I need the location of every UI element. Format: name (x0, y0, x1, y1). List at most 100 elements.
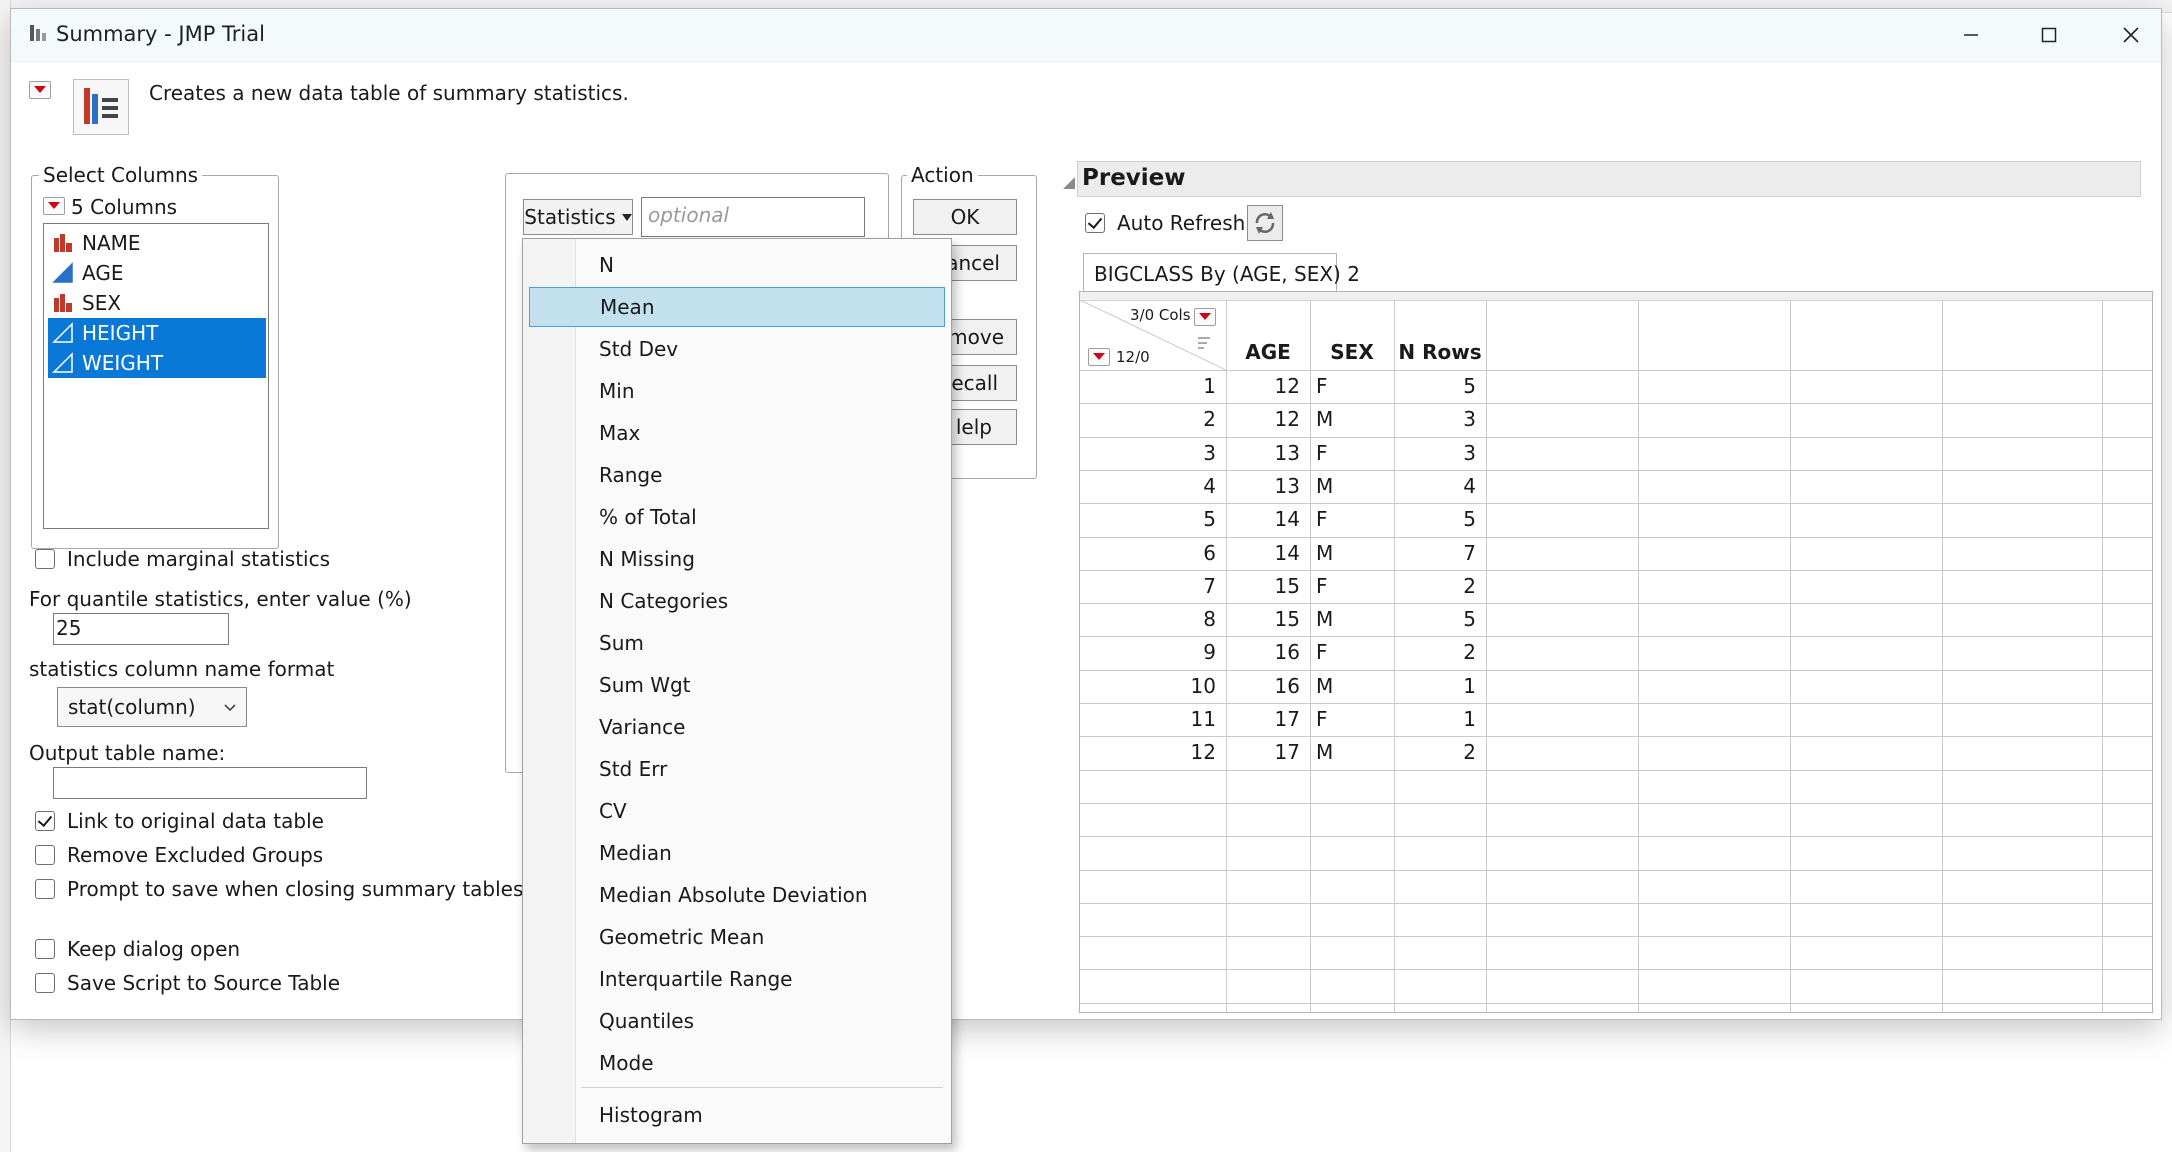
menu-item[interactable]: Median Absolute Deviation (529, 875, 945, 915)
column-header[interactable]: N Rows (1394, 336, 1486, 369)
ok-button[interactable]: OK (913, 199, 1017, 235)
statistics-button[interactable]: Statistics (523, 199, 633, 235)
link-original-checkbox[interactable] (35, 811, 55, 831)
table-cell[interactable]: 17 (1226, 736, 1300, 769)
table-cell[interactable]: 13 (1226, 470, 1300, 503)
menu-item[interactable]: Mean (529, 287, 945, 327)
table-cell[interactable]: 14 (1226, 503, 1300, 536)
table-cell[interactable]: 5 (1394, 503, 1476, 536)
columns-panel-menu-button[interactable] (1194, 308, 1216, 326)
maximize-button[interactable] (2009, 9, 2089, 61)
table-cell[interactable]: 5 (1394, 603, 1476, 636)
close-button[interactable] (2091, 9, 2171, 61)
menu-item[interactable]: Histogram (529, 1095, 945, 1135)
column-header[interactable]: AGE (1226, 336, 1310, 369)
output-name-input[interactable] (53, 767, 367, 799)
auto-refresh-checkbox[interactable] (1085, 213, 1105, 233)
table-cell[interactable]: 1 (1394, 670, 1476, 703)
menu-item[interactable]: N Categories (529, 581, 945, 621)
row-number[interactable]: 4 (1080, 470, 1216, 503)
refresh-button[interactable] (1247, 205, 1283, 241)
table-cell[interactable]: M (1316, 603, 1390, 636)
table-cell[interactable]: M (1316, 403, 1390, 436)
table-cell[interactable]: 15 (1226, 603, 1300, 636)
table-cell[interactable]: 3 (1394, 403, 1476, 436)
row-number[interactable]: 10 (1080, 670, 1216, 703)
table-cell[interactable]: F (1316, 503, 1390, 536)
table-cell[interactable]: 14 (1226, 537, 1300, 570)
table-cell[interactable]: F (1316, 703, 1390, 736)
column-item[interactable]: HEIGHT (48, 318, 266, 348)
row-number[interactable]: 9 (1080, 636, 1216, 669)
table-cell[interactable]: 16 (1226, 636, 1300, 669)
menu-item[interactable]: Variance (529, 707, 945, 747)
menu-item[interactable]: Max (529, 413, 945, 453)
preview-tab[interactable]: BIGCLASS By (AGE, SEX) 2 (1083, 253, 1360, 293)
table-cell[interactable]: 16 (1226, 670, 1300, 703)
menu-item[interactable]: Std Err (529, 749, 945, 789)
column-item[interactable]: NAME (48, 228, 266, 258)
table-cell[interactable]: 15 (1226, 570, 1300, 603)
menu-item[interactable]: Range (529, 455, 945, 495)
prompt-save-checkbox[interactable] (35, 879, 55, 899)
title-bar[interactable]: Summary - JMP Trial (11, 9, 2161, 62)
table-cell[interactable]: 7 (1394, 537, 1476, 570)
column-item[interactable]: WEIGHT (48, 348, 266, 378)
menu-item[interactable]: Sum Wgt (529, 665, 945, 705)
columns-list[interactable]: NAME AGE SEX HEIGHT WEIGHT (43, 223, 269, 529)
dialog-options-menu-button[interactable] (29, 81, 51, 99)
table-cell[interactable]: M (1316, 670, 1390, 703)
table-cell[interactable]: M (1316, 537, 1390, 570)
columns-menu-button[interactable] (43, 197, 65, 215)
preview-disclosure-icon[interactable] (1061, 175, 1077, 191)
include-marginal-checkbox[interactable] (35, 549, 55, 569)
table-cell[interactable]: 12 (1226, 403, 1300, 436)
menu-item[interactable]: Geometric Mean (529, 917, 945, 957)
row-number[interactable]: 1 (1080, 370, 1216, 403)
table-cell[interactable]: 5 (1394, 370, 1476, 403)
menu-item[interactable]: Mode (529, 1043, 945, 1083)
colname-format-select[interactable]: stat(column) (57, 687, 247, 727)
table-cell[interactable]: M (1316, 470, 1390, 503)
column-header[interactable]: SEX (1310, 336, 1394, 369)
menu-item[interactable]: N Missing (529, 539, 945, 579)
keep-open-checkbox[interactable] (35, 939, 55, 959)
table-cell[interactable]: F (1316, 437, 1390, 470)
row-number[interactable]: 12 (1080, 736, 1216, 769)
table-cell[interactable]: 4 (1394, 470, 1476, 503)
row-number[interactable]: 6 (1080, 537, 1216, 570)
statistics-optional-input[interactable]: optional (641, 197, 865, 237)
column-item[interactable]: AGE (48, 258, 266, 288)
row-number[interactable]: 7 (1080, 570, 1216, 603)
menu-item[interactable]: Std Dev (529, 329, 945, 369)
table-cell[interactable]: F (1316, 570, 1390, 603)
save-script-checkbox[interactable] (35, 973, 55, 993)
rows-panel-menu-button[interactable] (1088, 348, 1110, 366)
table-cell[interactable]: 17 (1226, 703, 1300, 736)
table-cell[interactable]: 2 (1394, 570, 1476, 603)
table-cell[interactable]: F (1316, 370, 1390, 403)
table-cell[interactable]: F (1316, 636, 1390, 669)
menu-item[interactable]: Quantiles (529, 1001, 945, 1041)
table-cell[interactable]: 1 (1394, 703, 1476, 736)
row-number[interactable]: 8 (1080, 603, 1216, 636)
table-cell[interactable]: M (1316, 736, 1390, 769)
row-number[interactable]: 3 (1080, 437, 1216, 470)
menu-item[interactable]: N (529, 245, 945, 285)
row-number[interactable]: 5 (1080, 503, 1216, 536)
menu-item[interactable]: % of Total (529, 497, 945, 537)
table-cell[interactable]: 2 (1394, 736, 1476, 769)
table-cell[interactable]: 13 (1226, 437, 1300, 470)
menu-item[interactable]: Interquartile Range (529, 959, 945, 999)
remove-excluded-checkbox[interactable] (35, 845, 55, 865)
menu-item[interactable]: Min (529, 371, 945, 411)
row-number[interactable]: 11 (1080, 703, 1216, 736)
column-item[interactable]: SEX (48, 288, 266, 318)
menu-item[interactable]: CV (529, 791, 945, 831)
table-cell[interactable]: 3 (1394, 437, 1476, 470)
quantile-input[interactable]: 25 (53, 613, 229, 645)
table-cell[interactable]: 2 (1394, 636, 1476, 669)
minimize-button[interactable] (1931, 9, 2011, 61)
row-number[interactable]: 2 (1080, 403, 1216, 436)
menu-item[interactable]: Median (529, 833, 945, 873)
